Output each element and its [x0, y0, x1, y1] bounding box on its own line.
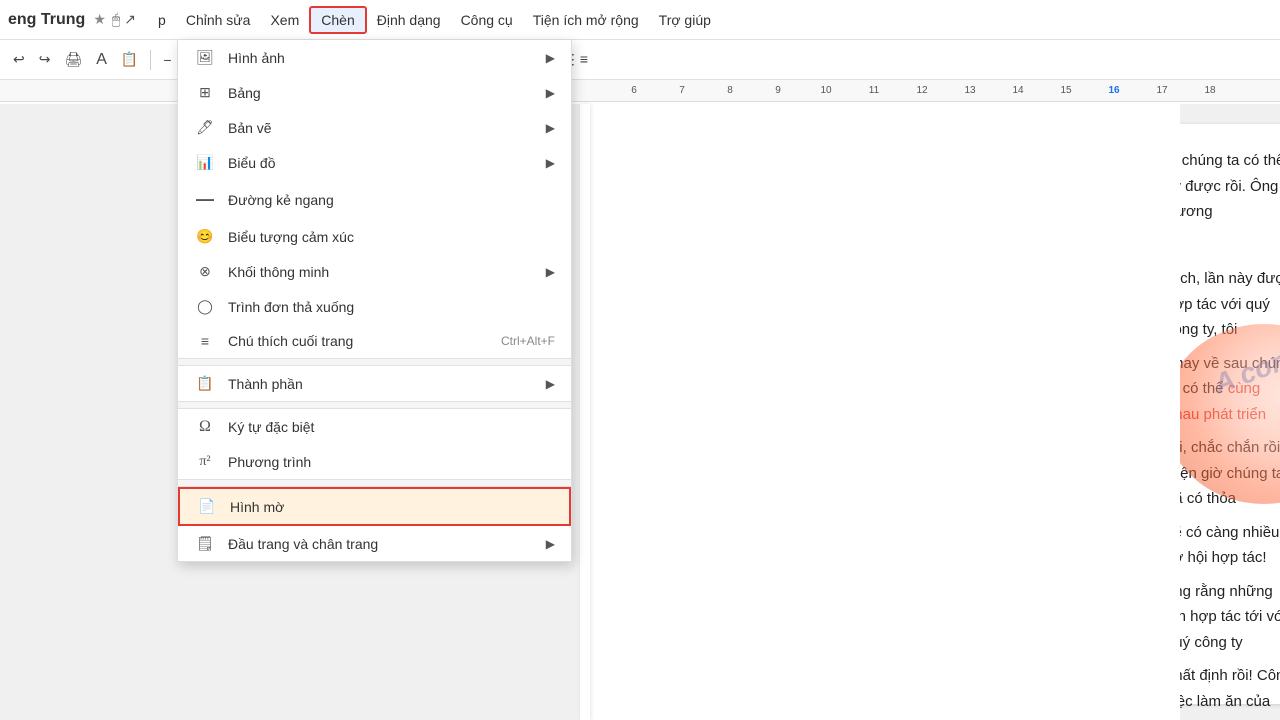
ruler-17: 17: [1138, 85, 1186, 96]
ruler-11: 11: [850, 85, 898, 96]
khoi-thong-minh-arrow: ▶: [546, 265, 555, 279]
paint-button[interactable]: 📋: [116, 48, 143, 71]
smart-block-icon: ⊗: [194, 263, 216, 280]
ban-ve-label: Bản vẽ: [228, 120, 546, 136]
menu-section-divider-2: [178, 401, 571, 409]
watermark-icon: 📄: [196, 498, 218, 515]
emoji-label: Biểu tượng cảm xúc: [228, 229, 555, 245]
menu-item-emoji[interactable]: 😊 Biểu tượng cảm xúc: [178, 219, 571, 254]
bieu-do-label: Biểu đồ: [228, 155, 546, 171]
doc-para-2: y!: [1180, 233, 1280, 259]
dau-trang-arrow: ▶: [546, 537, 555, 551]
menu-item-hinh-mo[interactable]: 📄 Hình mờ: [178, 487, 571, 526]
ban-ve-arrow: ▶: [546, 121, 555, 135]
menu-items: p Chỉnh sửa Xem Chèn Định dạng Công cụ T…: [148, 6, 721, 34]
menu-item-bieu-do[interactable]: 📊 Biểu đồ ▶: [178, 145, 571, 180]
chart-icon: 📊: [194, 154, 216, 171]
ky-tu-label: Ký tự đặc biệt: [228, 419, 555, 435]
menu-item-dau-trang[interactable]: 🗒 Đầu trang và chân trang ▶: [178, 526, 571, 561]
menubar: eng Trung ★ 🖱 ↗ p Chỉnh sửa Xem Chèn Địn…: [0, 0, 1280, 40]
draw-icon: 🖊: [194, 119, 216, 136]
ruler-numbers: 6 7 8 9 10 11 12 13 14 15 16 17 18: [610, 85, 1234, 96]
menu-item-phuong-trinh[interactable]: π² Phương trình: [178, 445, 571, 479]
chu-thich-label: Chú thích cuối trang: [228, 333, 501, 349]
ruler-14: 14: [994, 85, 1042, 96]
menu-chen[interactable]: Chèn: [309, 6, 366, 34]
ruler-7: 7: [658, 85, 706, 96]
print-button[interactable]: 🖨: [59, 48, 87, 71]
ruler-8: 8: [706, 85, 754, 96]
menu-item-hinh-anh[interactable]: 🖼 Hình ảnh ▶: [178, 40, 571, 75]
ruler-16: 16: [1090, 85, 1138, 96]
thanh-phan-label: Thành phần: [228, 376, 546, 392]
menu-p[interactable]: p: [148, 8, 176, 32]
menu-item-bang[interactable]: ⊞ Bảng ▶: [178, 75, 571, 110]
menu-tien-ich[interactable]: Tiện ích mở rộng: [523, 8, 649, 32]
ruler-15: 15: [1042, 85, 1090, 96]
separator-1: [150, 50, 151, 70]
bang-arrow: ▶: [546, 86, 555, 100]
image-icon: 🖼: [194, 49, 216, 66]
menu-item-trinh-don-tha-xuong[interactable]: ◯ Trình đơn thả xuống: [178, 289, 571, 324]
hinh-mo-label: Hình mờ: [230, 499, 553, 515]
menu-item-ky-tu-dac-biet[interactable]: Ω Ký tự đặc biệt: [178, 409, 571, 445]
menu-section-divider-1: [178, 358, 571, 366]
emoji-icon: 😊: [194, 228, 216, 245]
phuong-trinh-label: Phương trình: [228, 454, 555, 470]
table-icon: ⊞: [194, 84, 216, 101]
star-icon[interactable]: ★: [93, 11, 106, 28]
hinh-anh-arrow: ▶: [546, 51, 555, 65]
menu-dinh-dang[interactable]: Định dạng: [367, 8, 451, 32]
bang-label: Bảng: [228, 85, 546, 101]
doc-para-6: sẽ có càng nhiều cơ hội hợp tác!: [1180, 520, 1280, 571]
menu-item-chu-thich[interactable]: ≡ Chú thích cuối trang Ctrl+Alt+F: [178, 324, 571, 358]
chu-thich-shortcut: Ctrl+Alt+F: [501, 334, 555, 348]
hinh-anh-label: Hình ảnh: [228, 50, 546, 66]
spellcheck-button[interactable]: A: [91, 48, 112, 72]
ruler-10: 10: [802, 85, 850, 96]
menu-section-divider-3: [178, 479, 571, 487]
document-page[interactable]: hỉ chúng ta có thể ký được rồi. Ông Vươn…: [1180, 124, 1280, 704]
menu-item-duong-ke-ngang[interactable]: — Đường kẻ ngang: [178, 180, 571, 219]
doc-para-7: ong rằng những lần hợp tác tới với quý c…: [1180, 579, 1280, 656]
menu-item-khoi-thong-minh[interactable]: ⊗ Khối thông minh ▶: [178, 254, 571, 289]
pi-icon: π²: [194, 454, 216, 470]
move-icon[interactable]: 🖱: [112, 11, 120, 28]
undo-button[interactable]: ↩: [8, 48, 30, 71]
ruler-9: 9: [754, 85, 802, 96]
trinh-don-label: Trình đơn thả xuống: [228, 299, 555, 315]
redo-button[interactable]: ↪: [34, 48, 56, 71]
zoom-out-button[interactable]: −: [158, 49, 176, 71]
header-footer-icon: 🗒: [194, 535, 216, 552]
ruler-13: 13: [946, 85, 994, 96]
omega-icon: Ω: [194, 418, 216, 436]
ruler-6: 6: [610, 85, 658, 96]
hline-icon: —: [194, 189, 216, 210]
menu-item-ban-ve[interactable]: 🖊 Bản vẽ ▶: [178, 110, 571, 145]
doc-para-8: nhất định rồi! Công việc làm ăn của chún…: [1180, 663, 1280, 720]
dropdown-icon: ◯: [194, 298, 216, 315]
doc-left-edge: [580, 104, 590, 720]
ruler-12: 12: [898, 85, 946, 96]
menu-cong-cu[interactable]: Công cụ: [451, 8, 523, 32]
khoi-thong-minh-label: Khối thông minh: [228, 264, 546, 280]
menu-item-thanh-phan[interactable]: 📋 Thành phần ▶: [178, 366, 571, 401]
background-decoration: [1180, 324, 1280, 504]
app-title: eng Trung: [8, 11, 85, 29]
footnote-icon: ≡: [194, 333, 216, 349]
component-icon: 📋: [194, 375, 216, 392]
menu-xem[interactable]: Xem: [260, 8, 309, 32]
ruler-18: 18: [1186, 85, 1234, 96]
chen-dropdown: 🖼 Hình ảnh ▶ ⊞ Bảng ▶ 🖊 Bản vẽ ▶ 📊 Biểu …: [177, 40, 572, 562]
share-icon[interactable]: ↗: [124, 11, 136, 28]
menu-tro-giup[interactable]: Trợ giúp: [649, 8, 721, 32]
duong-ke-ngang-label: Đường kẻ ngang: [228, 192, 555, 208]
dau-trang-label: Đầu trang và chân trang: [228, 536, 546, 552]
thanh-phan-arrow: ▶: [546, 377, 555, 391]
doc-para-1: hỉ chúng ta có thể ký được rồi. Ông Vươn…: [1180, 148, 1280, 225]
document-area: hỉ chúng ta có thể ký được rồi. Ông Vươn…: [1180, 104, 1280, 720]
bieu-do-arrow: ▶: [546, 156, 555, 170]
menu-chinh-sua[interactable]: Chỉnh sửa: [176, 8, 261, 32]
